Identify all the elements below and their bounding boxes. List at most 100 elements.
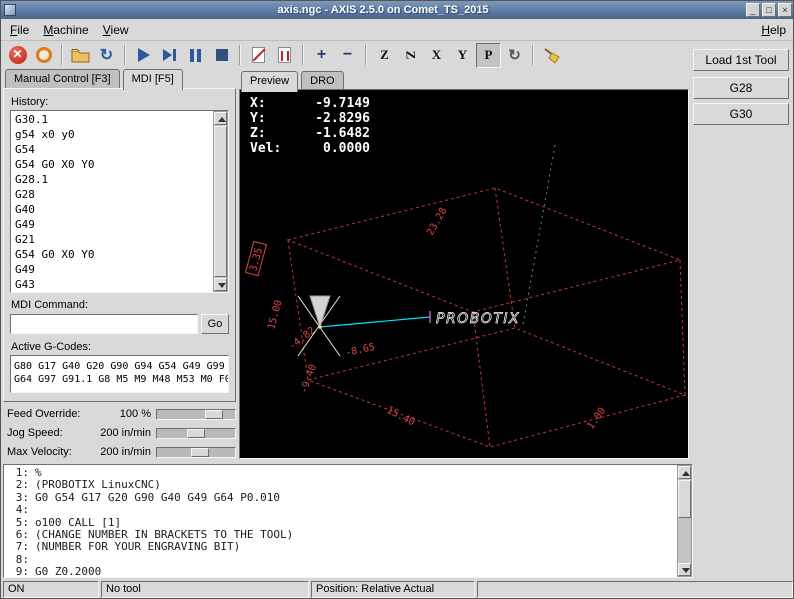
dim-text: 1.00 [585,406,608,432]
toggle-optional-pause-button[interactable] [272,43,297,68]
top-view-icon: Z [380,47,389,63]
toggle-skip-lines-button[interactable] [246,43,271,68]
reload-icon: ↻ [100,45,113,65]
history-item[interactable]: G49 [15,262,212,277]
g30-button[interactable]: G30 [693,103,789,125]
status-spacer [477,581,793,598]
dim-text: -8.65 [344,342,376,359]
folder-icon [71,48,90,63]
run-button[interactable] [131,43,156,68]
view-front-button[interactable]: Y [450,43,475,68]
view-perspective-button[interactable]: P [476,43,501,68]
g28-button[interactable]: G28 [693,77,789,99]
mdi-command-input[interactable] [10,314,198,334]
minimize-button[interactable]: _ [746,3,760,17]
jog-speed-slider[interactable] [156,428,236,439]
reload-file-button[interactable]: ↻ [94,43,119,68]
gcode-line[interactable]: 8: [5,554,675,566]
gcode-scrollbar[interactable] [677,465,692,577]
step-icon [163,49,176,61]
stop-icon [216,49,228,61]
active-gcodes-line: G64 G97 G91.1 G8 M5 M9 M48 M53 M0 F0 [14,373,226,386]
history-item[interactable]: g54 x0 y0 [15,127,212,142]
menu-view[interactable]: View [96,20,136,40]
view-side-button[interactable]: X [424,43,449,68]
tab-dro[interactable]: DRO [301,71,343,89]
go-button[interactable]: Go [201,314,229,334]
history-item[interactable]: G49 [15,217,212,232]
step-button[interactable] [157,43,182,68]
history-item[interactable]: G54 G0 X0 Y0 [15,247,212,262]
gcode-line[interactable]: 2:(PROBOTIX LinuxCNC) [5,479,675,491]
slider-thumb[interactable] [191,448,209,457]
zoom-in-icon: + [317,48,326,62]
view-rotated-top-button[interactable]: Z [398,43,423,68]
readout-value: -1.6482 [292,126,370,141]
history-item[interactable]: G54 G0 X0 Y0 [15,157,212,172]
menu-help[interactable]: Help [754,20,793,40]
load-first-tool-button[interactable]: Load 1st Tool [693,49,789,71]
gcode-line[interactable]: 3:G0 G54 G17 G20 G90 G40 G49 G64 P0.010 [5,492,675,504]
jog-speed-label: Jog Speed: [7,427,63,439]
slider-thumb[interactable] [187,429,205,438]
dim-text: 15.40 [385,405,417,428]
tab-preview[interactable]: Preview [241,71,298,92]
preview-tabs: Preview DRO [241,71,347,89]
history-item[interactable]: G43 [15,277,212,291]
readout-value: -2.8296 [292,111,370,126]
history-item[interactable]: G28.1 [15,172,212,187]
view-top-button[interactable]: Z [372,43,397,68]
front-view-icon: Y [458,47,467,63]
scroll-down-icon[interactable] [214,278,227,291]
position-mode-status: Position: Relative Actual [311,581,475,598]
play-icon [138,48,150,62]
slider-thumb[interactable] [205,410,223,419]
maximize-button[interactable]: □ [762,3,776,17]
dim-text: 23.28 [425,206,450,238]
menu-machine[interactable]: Machine [36,20,95,40]
menu-file[interactable]: File [3,20,36,40]
machine-power-button[interactable] [31,43,56,68]
tab-mdi[interactable]: MDI [F5] [123,69,183,90]
tab-manual-control[interactable]: Manual Control [F3] [5,69,120,89]
app-icon[interactable] [4,4,16,16]
scroll-up-icon[interactable] [214,112,227,125]
gcode-line[interactable]: 9:G0 Z0.2000 [5,566,675,576]
rapid-path-line [523,145,555,325]
history-item[interactable]: G21 [15,232,212,247]
rotated-top-view-icon: Z [402,51,418,60]
gcode-listing: 1:% 2:(PROBOTIX LinuxCNC) 3:G0 G54 G17 G… [3,464,693,578]
scrollbar-thumb[interactable] [678,480,691,518]
feed-override-slider[interactable] [156,409,236,420]
open-file-button[interactable] [68,43,93,68]
dim-text: 15.00 [266,299,284,331]
gcode-line[interactable]: 7:(NUMBER FOR YOUR ENGRAVING BIT) [5,541,675,553]
stop-button[interactable] [209,43,234,68]
pause-button[interactable] [183,43,208,68]
estop-button[interactable]: ✕ [5,43,30,68]
titlebar[interactable]: axis.ngc - AXIS 2.5.0 on Comet_TS_2015 _… [1,1,794,19]
clear-plot-button[interactable] [539,43,564,68]
history-item[interactable]: G30.1 [15,112,212,127]
gcode-line[interactable]: 4: [5,504,675,516]
history-item[interactable]: G40 [15,202,212,217]
close-button[interactable]: × [778,3,792,17]
machine-state-status: ON [3,581,99,598]
optional-pause-icon [278,47,291,63]
feed-override-label: Feed Override: [7,408,80,420]
scroll-up-icon[interactable] [678,466,691,479]
history-item[interactable]: G28 [15,187,212,202]
scroll-down-icon[interactable] [678,563,691,576]
zoom-in-button[interactable]: + [309,43,334,68]
tool-cone-icon [310,296,330,327]
toolbar-separator [365,45,367,65]
dim-text: -4.82 [287,325,317,352]
preview-canvas[interactable]: X:-9.7149 Y:-2.8296 Z:-1.6482 Vel:0.0000… [239,89,689,459]
max-velocity-slider[interactable] [156,447,236,458]
history-item[interactable]: G54 [15,142,212,157]
scrollbar-thumb[interactable] [214,126,227,277]
feed-override-value: 100 % [83,408,151,420]
zoom-out-button[interactable]: − [335,43,360,68]
rotate-view-button[interactable]: ↻ [502,43,527,68]
history-scrollbar[interactable] [213,111,228,292]
